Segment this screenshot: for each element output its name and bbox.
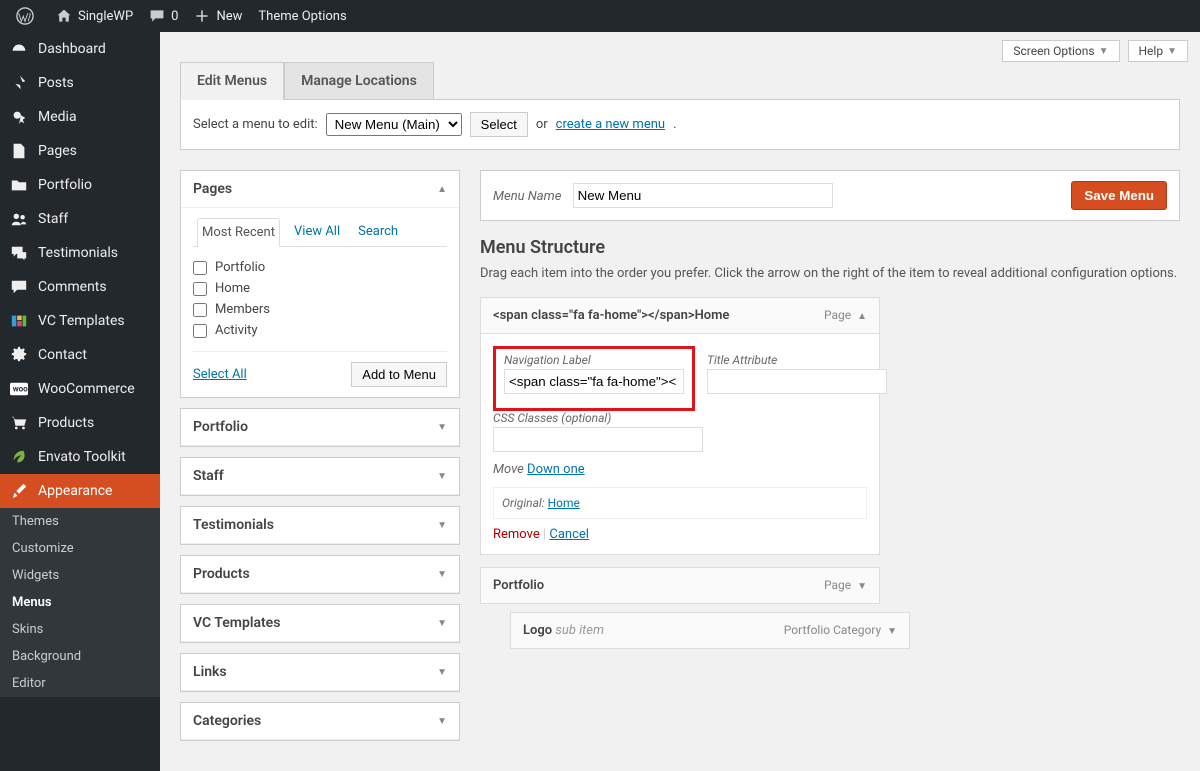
metabox-testimonials[interactable]: Testimonials▼ (181, 507, 459, 544)
nav-label-input[interactable] (504, 369, 684, 394)
sidebar-subitem-skins[interactable]: Skins (0, 616, 160, 643)
css-classes-input[interactable] (493, 427, 703, 452)
sidebar-item-contact[interactable]: Contact (0, 338, 160, 372)
sidebar-subitem-themes[interactable]: Themes (0, 508, 160, 535)
menu-item-label: Portfolio (493, 578, 544, 593)
original-label: Original: (502, 496, 545, 510)
sidebar-item-media[interactable]: Media (0, 100, 160, 134)
screen-options-button[interactable]: Screen Options▼ (1002, 40, 1119, 62)
metabox-vc-templates[interactable]: VC Templates▼ (181, 605, 459, 642)
admin-sidebar: DashboardPostsMediaPagesPortfolioStaffTe… (0, 32, 160, 771)
sidebar-item-portfolio[interactable]: Portfolio (0, 168, 160, 202)
chevron-down-icon: ▼ (437, 569, 447, 580)
sidebar-item-comments[interactable]: Comments (0, 270, 160, 304)
sidebar-item-vc-templates[interactable]: VC Templates (0, 304, 160, 338)
wp-logo[interactable] (8, 7, 48, 25)
chevron-up-icon: ▲ (437, 184, 447, 195)
comments-count[interactable]: 0 (141, 8, 186, 24)
sidebar-subitem-editor[interactable]: Editor (0, 670, 160, 697)
metabox-staff[interactable]: Staff▼ (181, 458, 459, 495)
site-name[interactable]: SingleWP (48, 8, 141, 24)
sidebar-item-products[interactable]: Products (0, 406, 160, 440)
sidebar-subitem-customize[interactable]: Customize (0, 535, 160, 562)
sidebar-subitem-menus[interactable]: Menus (0, 589, 160, 616)
chevron-down-icon: ▼ (857, 581, 867, 592)
page-checkbox[interactable] (193, 303, 207, 317)
new-button[interactable]: New (186, 8, 250, 24)
original-link[interactable]: Home (548, 496, 580, 510)
page-checkbox[interactable] (193, 324, 207, 338)
menu-item-portfolio[interactable]: Portfolio Page ▼ (480, 567, 880, 604)
menu-item-type: Page ▼ (824, 578, 867, 592)
add-to-menu-button[interactable]: Add to Menu (351, 362, 447, 387)
create-new-menu-link[interactable]: create a new menu (556, 117, 665, 132)
css-classes-label: CSS Classes (optional) (493, 411, 867, 425)
menu-select[interactable]: New Menu (Main) (326, 113, 462, 136)
select-menu-label: Select a menu to edit: (193, 117, 318, 132)
theme-options[interactable]: Theme Options (250, 9, 354, 24)
metabox-products[interactable]: Products▼ (181, 556, 459, 593)
tab-manage-locations[interactable]: Manage Locations (284, 62, 434, 99)
help-button[interactable]: Help▼ (1128, 40, 1189, 62)
navigation-label-highlight: Navigation Label (493, 346, 695, 411)
remove-link[interactable]: Remove (493, 527, 540, 542)
menu-structure-title: Menu Structure (480, 237, 1180, 258)
menu-structure-desc: Drag each item into the order you prefer… (480, 266, 1180, 281)
chevron-down-icon: ▼ (887, 626, 897, 637)
sidebar-item-appearance[interactable]: Appearance (0, 474, 160, 508)
menu-name-label: Menu Name (493, 189, 561, 204)
page-checkbox[interactable] (193, 282, 207, 296)
chevron-down-icon: ▼ (437, 422, 447, 433)
menu-item-logo[interactable]: Logo sub item Portfolio Category ▼ (510, 612, 910, 649)
pages-tab-viewall[interactable]: View All (290, 218, 344, 246)
sidebar-subitem-widgets[interactable]: Widgets (0, 562, 160, 589)
sidebar-item-envato-toolkit[interactable]: Envato Toolkit (0, 440, 160, 474)
cancel-link[interactable]: Cancel (549, 527, 589, 542)
pages-tab-search[interactable]: Search (354, 218, 402, 246)
chevron-down-icon: ▼ (437, 471, 447, 482)
metabox-links[interactable]: Links▼ (181, 654, 459, 691)
tab-edit-menus[interactable]: Edit Menus (180, 62, 284, 100)
menu-name-input[interactable] (573, 183, 833, 208)
menu-item-label: Logo sub item (523, 623, 604, 638)
or-text: or (536, 117, 548, 132)
svg-text:woo: woo (13, 384, 28, 394)
sidebar-subitem-background[interactable]: Background (0, 643, 160, 670)
menu-item-type: Portfolio Category ▼ (784, 623, 897, 637)
metabox-portfolio[interactable]: Portfolio▼ (181, 409, 459, 446)
menu-item-home[interactable]: <span class="fa fa-home"></span>Home Pag… (480, 297, 880, 555)
metabox-categories[interactable]: Categories▼ (181, 703, 459, 740)
sidebar-item-testimonials[interactable]: Testimonials (0, 236, 160, 270)
pages-tab-recent[interactable]: Most Recent (197, 218, 280, 247)
title-attr-input[interactable] (707, 369, 887, 394)
sidebar-item-posts[interactable]: Posts (0, 66, 160, 100)
chevron-down-icon: ▼ (437, 520, 447, 531)
move-down-link[interactable]: Down one (527, 462, 585, 477)
chevron-down-icon: ▼ (1167, 46, 1177, 57)
chevron-down-icon: ▼ (437, 618, 447, 629)
sidebar-item-woocommerce[interactable]: wooWooCommerce (0, 372, 160, 406)
page-checkbox[interactable] (193, 261, 207, 275)
chevron-down-icon: ▼ (437, 667, 447, 678)
sidebar-item-staff[interactable]: Staff (0, 202, 160, 236)
nav-label-label: Navigation Label (504, 353, 684, 367)
select-all-link[interactable]: Select All (193, 367, 247, 382)
save-menu-button[interactable]: Save Menu (1071, 181, 1167, 210)
chevron-down-icon: ▼ (437, 716, 447, 727)
chevron-up-icon: ▲ (857, 311, 867, 322)
pages-metabox-header[interactable]: Pages▲ (181, 171, 459, 208)
menu-item-type: Page ▲ (824, 308, 867, 322)
sidebar-item-pages[interactable]: Pages (0, 134, 160, 168)
title-attr-label: Title Attribute (707, 353, 887, 367)
menu-item-label: <span class="fa fa-home"></span>Home (493, 308, 729, 323)
select-button[interactable]: Select (470, 112, 528, 137)
move-label: Move (493, 462, 524, 477)
chevron-down-icon: ▼ (1099, 46, 1109, 57)
sidebar-item-dashboard[interactable]: Dashboard (0, 32, 160, 66)
